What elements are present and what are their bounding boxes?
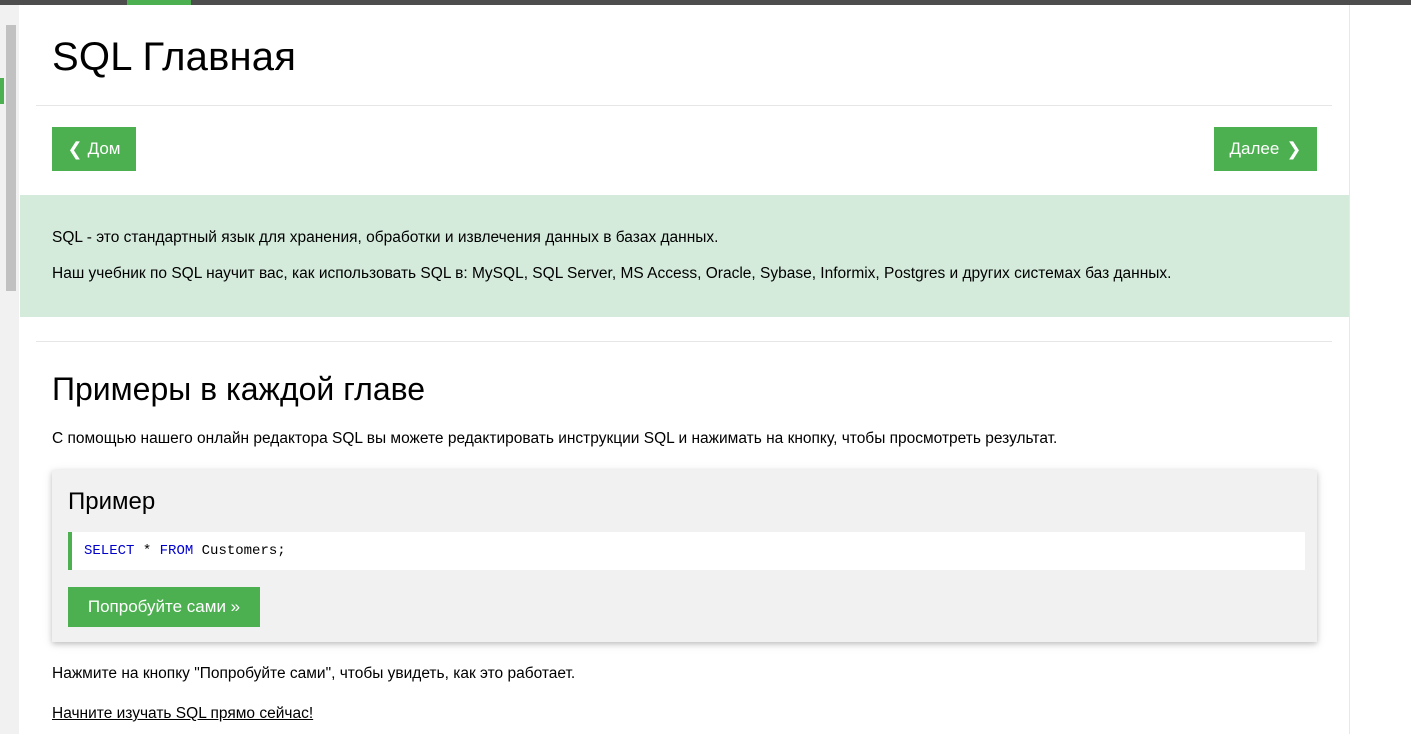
divider-top bbox=[36, 105, 1332, 106]
prev-button-label: Дом bbox=[87, 139, 121, 158]
code-text-table: Customers; bbox=[193, 543, 286, 559]
try-note: Нажмите на кнопку "Попробуйте сами", что… bbox=[52, 665, 576, 682]
left-scrollbar-thumb[interactable] bbox=[6, 25, 16, 291]
code-text-star: * bbox=[134, 543, 160, 559]
code-block: SELECT * FROM Customers; bbox=[68, 532, 1305, 570]
code-line: SELECT * FROM Customers; bbox=[84, 543, 286, 559]
chevron-left-icon: ❮ bbox=[67, 138, 83, 159]
try-it-yourself-button[interactable]: Попробуйте сами » bbox=[68, 587, 260, 627]
right-side-panel bbox=[1349, 5, 1411, 734]
start-learning-link[interactable]: Начните изучать SQL прямо сейчас! bbox=[52, 705, 313, 723]
main-content: SQL Главная ❮ Дом Далее ❯ SQL - это стан… bbox=[20, 5, 1349, 734]
page-title: SQL Главная bbox=[52, 35, 297, 79]
left-active-marker bbox=[0, 78, 4, 104]
next-button-label: Далее bbox=[1229, 139, 1280, 158]
intro-panel: SQL - это стандартный язык для хранения,… bbox=[20, 195, 1349, 317]
section-text: С помощью нашего онлайн редактора SQL вы… bbox=[52, 430, 1058, 447]
intro-line-1: SQL - это стандартный язык для хранения,… bbox=[52, 229, 719, 246]
intro-line-2: Наш учебник по SQL научит вас, как испол… bbox=[52, 265, 1172, 282]
code-keyword-from: FROM bbox=[159, 543, 194, 559]
prev-button[interactable]: ❮ Дом bbox=[52, 127, 136, 171]
left-sidebar-scroll-track[interactable] bbox=[0, 5, 19, 734]
example-heading: Пример bbox=[68, 488, 156, 515]
divider-middle bbox=[36, 341, 1332, 342]
section-title: Примеры в каждой главе bbox=[52, 371, 426, 407]
next-button[interactable]: Далее ❯ bbox=[1214, 127, 1317, 171]
code-keyword-select: SELECT bbox=[84, 543, 135, 559]
chevron-right-icon: ❯ bbox=[1286, 138, 1302, 159]
example-box: Пример SELECT * FROM Customers; Попробуй… bbox=[52, 470, 1317, 642]
